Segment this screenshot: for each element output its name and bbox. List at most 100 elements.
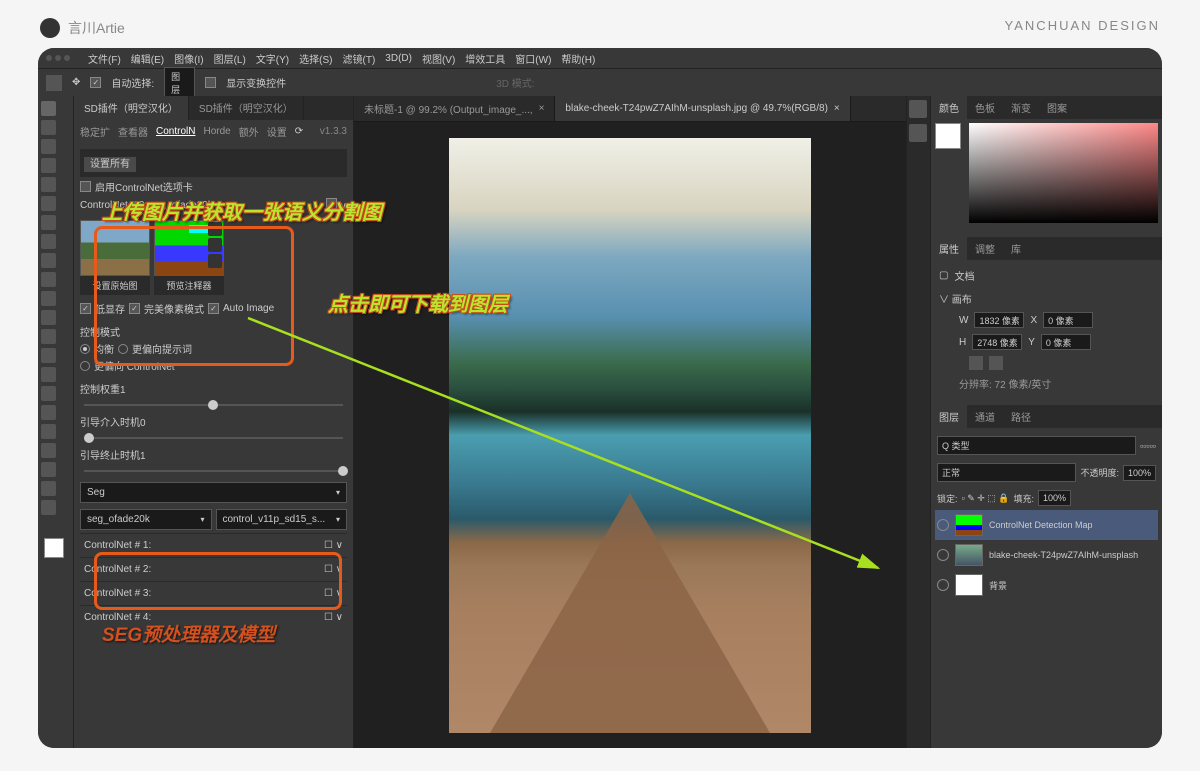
visibility-toggle[interactable] <box>937 579 949 591</box>
radio-cn[interactable] <box>80 361 90 371</box>
refresh-icon[interactable]: ⟳ <box>295 126 303 137</box>
menu-select[interactable]: 选择(S) <box>299 51 332 66</box>
cn1-header[interactable]: ControlNet # 1:☐ ∨ <box>80 533 347 557</box>
pen-tool[interactable] <box>41 405 56 420</box>
artboard-tool[interactable] <box>41 120 56 135</box>
zoom-tool[interactable] <box>41 500 56 515</box>
cn2-header[interactable]: ControlNet # 2:☐ ∨ <box>80 557 347 581</box>
start-slider[interactable] <box>84 437 343 439</box>
marquee-tool[interactable] <box>41 139 56 154</box>
lasso-tool[interactable] <box>41 158 56 173</box>
move-tool[interactable] <box>41 101 56 116</box>
layer-row-detection[interactable]: ControlNet Detection Map <box>935 510 1158 540</box>
canvas-area[interactable] <box>354 122 906 748</box>
layer-row-photo[interactable]: blake-cheek-T24pwZ7AIhM-unsplash <box>935 540 1158 570</box>
preview-annotator-thumb[interactable]: 预览注释器 <box>154 220 224 295</box>
menu-view[interactable]: 视图(V) <box>422 51 455 66</box>
dodge-tool[interactable] <box>41 386 56 401</box>
show-transform-check[interactable] <box>205 77 216 88</box>
orient-icon[interactable] <box>969 356 983 370</box>
cn3-header[interactable]: ControlNet # 3:☐ ∨ <box>80 581 347 605</box>
menu-layer[interactable]: 图层(L) <box>214 51 246 66</box>
blend-mode-dropdown[interactable]: 正常 <box>937 463 1076 482</box>
menu-text[interactable]: 文字(Y) <box>256 51 289 66</box>
eyedropper-tool[interactable] <box>41 234 56 249</box>
auto-select-target[interactable]: 图层 <box>164 67 195 99</box>
foreground-color[interactable] <box>44 538 64 558</box>
subtab-extra[interactable]: 额外 <box>239 124 259 139</box>
stamp-tool[interactable] <box>41 291 56 306</box>
subtab-settings[interactable]: 设置 <box>267 124 287 139</box>
radio-prompt[interactable] <box>118 344 128 354</box>
panel-icon[interactable] <box>909 124 927 142</box>
menu-window[interactable]: 窗口(W) <box>515 51 551 66</box>
fill-input[interactable]: 100% <box>1038 490 1071 506</box>
subtab-horde[interactable]: Horde <box>203 126 230 137</box>
subtab-viewer[interactable]: 查看器 <box>118 124 148 139</box>
setup-all-button[interactable]: 设置所有 <box>84 157 136 172</box>
swatches-tab[interactable]: 色板 <box>967 96 1003 119</box>
model-dropdown[interactable]: control_v11p_sd15_s...▾ <box>216 509 348 530</box>
width-input[interactable] <box>974 312 1024 328</box>
heal-tool[interactable] <box>41 253 56 268</box>
auto-select-check[interactable] <box>90 77 101 88</box>
current-color-swatch[interactable] <box>935 123 961 149</box>
lib-tab[interactable]: 库 <box>1003 237 1029 260</box>
end-slider[interactable] <box>84 470 343 472</box>
plugin-tab-2[interactable]: SD插件（明空汉化） <box>189 96 304 120</box>
close-icon[interactable]: × <box>539 103 545 114</box>
perfect-pixel-check[interactable] <box>129 303 140 314</box>
plugin-tab-1[interactable]: SD插件（明空汉化） <box>74 96 189 120</box>
hand-tool[interactable] <box>41 481 56 496</box>
color-tab[interactable]: 颜色 <box>931 96 967 119</box>
history-brush-tool[interactable] <box>41 310 56 325</box>
subtab-controlnet[interactable]: ControlN <box>156 126 195 137</box>
path-tool[interactable] <box>41 443 56 458</box>
preprocessor-dropdown[interactable]: seg_ofade20k▾ <box>80 509 212 530</box>
height-input[interactable] <box>972 334 1022 350</box>
radio-balanced[interactable] <box>80 344 90 354</box>
window-controls[interactable] <box>46 55 70 61</box>
paths-tab[interactable]: 路径 <box>1003 405 1039 428</box>
doc-tab-1[interactable]: 未标题-1 @ 99.2% (Output_image_..., × <box>354 96 555 121</box>
x-input[interactable] <box>1043 312 1093 328</box>
color-picker[interactable] <box>969 123 1158 223</box>
orient-icon[interactable] <box>989 356 1003 370</box>
home-button[interactable] <box>46 75 62 91</box>
menu-3d[interactable]: 3D(D) <box>385 53 412 64</box>
blur-tool[interactable] <box>41 367 56 382</box>
wand-tool[interactable] <box>41 177 56 192</box>
visibility-toggle[interactable] <box>937 549 949 561</box>
trash-icon[interactable] <box>208 254 222 268</box>
enable-cn-check[interactable] <box>80 181 91 192</box>
crop-tool[interactable] <box>41 196 56 211</box>
close-icon[interactable]: × <box>834 103 840 114</box>
menu-image[interactable]: 图像(I) <box>174 51 203 66</box>
layer-row-bg[interactable]: 背景 <box>935 570 1158 600</box>
eraser-tool[interactable] <box>41 329 56 344</box>
gradient-tab[interactable]: 渐变 <box>1003 96 1039 119</box>
patterns-tab[interactable]: 图案 <box>1039 96 1075 119</box>
menu-help[interactable]: 帮助(H) <box>561 51 595 66</box>
doc-tab-2[interactable]: blake-cheek-T24pwZ7AIhM-unsplash.jpg @ 4… <box>555 96 850 121</box>
gradient-tool[interactable] <box>41 348 56 363</box>
preprocessor-type-dropdown[interactable]: Seg▾ <box>80 482 347 503</box>
props-tab[interactable]: 属性 <box>931 237 967 260</box>
brush-tool[interactable] <box>41 272 56 287</box>
source-image-thumb[interactable]: 设置原始图 <box>80 220 150 295</box>
download-icon[interactable] <box>208 238 222 252</box>
type-tool[interactable] <box>41 424 56 439</box>
panel-icon[interactable] <box>909 100 927 118</box>
auto-image-check[interactable] <box>208 303 219 314</box>
shape-tool[interactable] <box>41 462 56 477</box>
menu-file[interactable]: 文件(F) <box>88 51 121 66</box>
low-vram-check[interactable] <box>80 303 91 314</box>
y-input[interactable] <box>1041 334 1091 350</box>
menu-filter[interactable]: 滤镜(T) <box>343 51 376 66</box>
layer-filter-kind[interactable]: Q 类型 <box>937 436 1136 455</box>
frame-tool[interactable] <box>41 215 56 230</box>
menu-plugins[interactable]: 增效工具 <box>465 51 505 66</box>
menu-edit[interactable]: 编辑(E) <box>131 51 164 66</box>
weight-slider[interactable] <box>84 404 343 406</box>
opacity-input[interactable]: 100% <box>1123 465 1156 481</box>
